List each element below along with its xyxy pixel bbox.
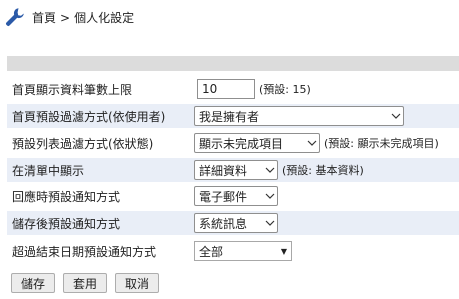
list-display-select[interactable]: 詳細資料: [194, 160, 278, 180]
button-bar: 儲存 套用 取消: [11, 273, 160, 293]
list-filter-hint: (預設: 顯示未完成項目): [324, 137, 439, 150]
reply-notify-select[interactable]: 電子郵件: [194, 186, 278, 206]
list-filter-value: 顯示未完成項目: [199, 136, 284, 151]
breadcrumb-current: 個人化設定: [74, 10, 135, 25]
row-home-filter: 首頁預設過濾方式(依使用者) 我是擁有者: [7, 104, 459, 128]
reply-notify-value: 電子郵件: [199, 189, 248, 204]
breadcrumb: 首頁 > 個人化設定: [4, 6, 134, 28]
row-list-display: 在清單中顯示 詳細資料 (預設: 基本資料): [7, 158, 459, 182]
row-reply-notify: 回應時預設通知方式 電子郵件: [7, 184, 459, 208]
breadcrumb-separator: >: [60, 10, 71, 25]
chevron-down-icon: [263, 161, 277, 179]
overdue-notify-label: 超過結束日期預設通知方式: [12, 244, 157, 259]
home-count-label: 首頁顯示資料筆數上限: [12, 82, 133, 97]
save-notify-select[interactable]: 系統訊息: [194, 213, 278, 233]
save-button[interactable]: 儲存: [11, 273, 56, 293]
apply-button[interactable]: 套用: [63, 273, 108, 293]
cancel-button[interactable]: 取消: [115, 273, 160, 293]
row-save-notify: 儲存後預設通知方式 系統訊息: [7, 211, 459, 235]
save-notify-label: 儲存後預設通知方式: [12, 216, 121, 231]
chevron-down-icon: [305, 134, 319, 152]
home-count-hint: (預設: 15): [259, 83, 311, 96]
save-notify-value: 系統訊息: [199, 216, 248, 231]
row-overdue-notify: 超過結束日期預設通知方式 全部 ▼: [7, 239, 459, 263]
list-filter-label: 預設列表過濾方式(依狀態): [12, 136, 154, 151]
home-count-input[interactable]: 10: [197, 79, 255, 99]
section-header-bar: [7, 56, 459, 71]
breadcrumb-home-link[interactable]: 首頁: [32, 11, 56, 25]
overdue-notify-select[interactable]: 全部 ▼: [194, 241, 292, 261]
caret-down-icon: ▼: [280, 246, 287, 256]
wrench-icon: [4, 6, 26, 28]
row-list-filter: 預設列表過濾方式(依狀態) 顯示未完成項目 (預設: 顯示未完成項目): [7, 131, 459, 155]
chevron-down-icon: [263, 187, 277, 205]
list-display-hint: (預設: 基本資料): [282, 164, 364, 177]
chevron-down-icon: [263, 214, 277, 232]
home-filter-label: 首頁預設過濾方式(依使用者): [12, 109, 166, 124]
list-display-value: 詳細資料: [199, 163, 248, 178]
reply-notify-label: 回應時預設通知方式: [12, 189, 121, 204]
overdue-notify-value: 全部: [199, 244, 224, 259]
list-filter-select[interactable]: 顯示未完成項目: [194, 133, 320, 153]
chevron-down-icon: [389, 107, 403, 125]
home-filter-value: 我是擁有者: [199, 109, 260, 124]
home-filter-select[interactable]: 我是擁有者: [194, 106, 404, 126]
row-home-count: 首頁顯示資料筆數上限 10 (預設: 15): [7, 77, 459, 101]
list-display-label: 在清單中顯示: [12, 163, 85, 178]
